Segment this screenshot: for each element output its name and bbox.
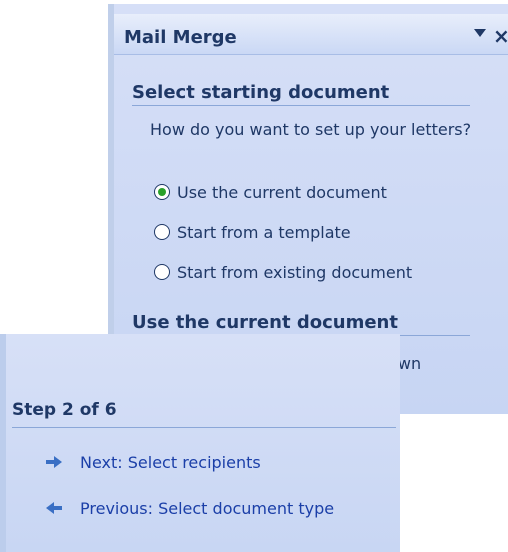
task-pane-title: Mail Merge (124, 27, 237, 48)
previous-step-link[interactable]: Previous: Select document type (46, 496, 334, 520)
next-step-link[interactable]: Next: Select recipients (46, 450, 261, 474)
radio-label: Use the current document (177, 182, 387, 202)
section-divider (12, 427, 396, 428)
radio-button[interactable] (154, 184, 170, 200)
radio-label: Start from a template (177, 222, 351, 242)
step-navigation-panel: Step 2 of 6 Next: Select recipients Prev… (0, 334, 400, 552)
section-divider (132, 105, 470, 106)
task-pane-header: Mail Merge × (114, 14, 508, 55)
radio-option-start-from-existing[interactable]: Start from existing document (154, 260, 412, 284)
radio-label: Start from existing document (177, 262, 413, 282)
arrow-right-icon (46, 456, 62, 468)
radio-option-use-current-document[interactable]: Use the current document (154, 180, 387, 204)
section-title-select-starting-document: Select starting document (132, 82, 390, 103)
next-step-label[interactable]: Next: Select recipients (80, 453, 261, 472)
chevron-down-icon[interactable] (474, 29, 486, 37)
radio-button[interactable] (154, 224, 170, 240)
setup-question-text: How do you want to set up your letters? (150, 120, 472, 139)
section-title-use-current-document: Use the current document (132, 312, 398, 333)
step-indicator: Step 2 of 6 (12, 400, 117, 420)
arrow-left-icon (46, 502, 62, 514)
radio-button[interactable] (154, 264, 170, 280)
radio-option-start-from-template[interactable]: Start from a template (154, 220, 351, 244)
close-icon[interactable]: × (493, 24, 508, 48)
previous-step-label[interactable]: Previous: Select document type (80, 499, 334, 518)
